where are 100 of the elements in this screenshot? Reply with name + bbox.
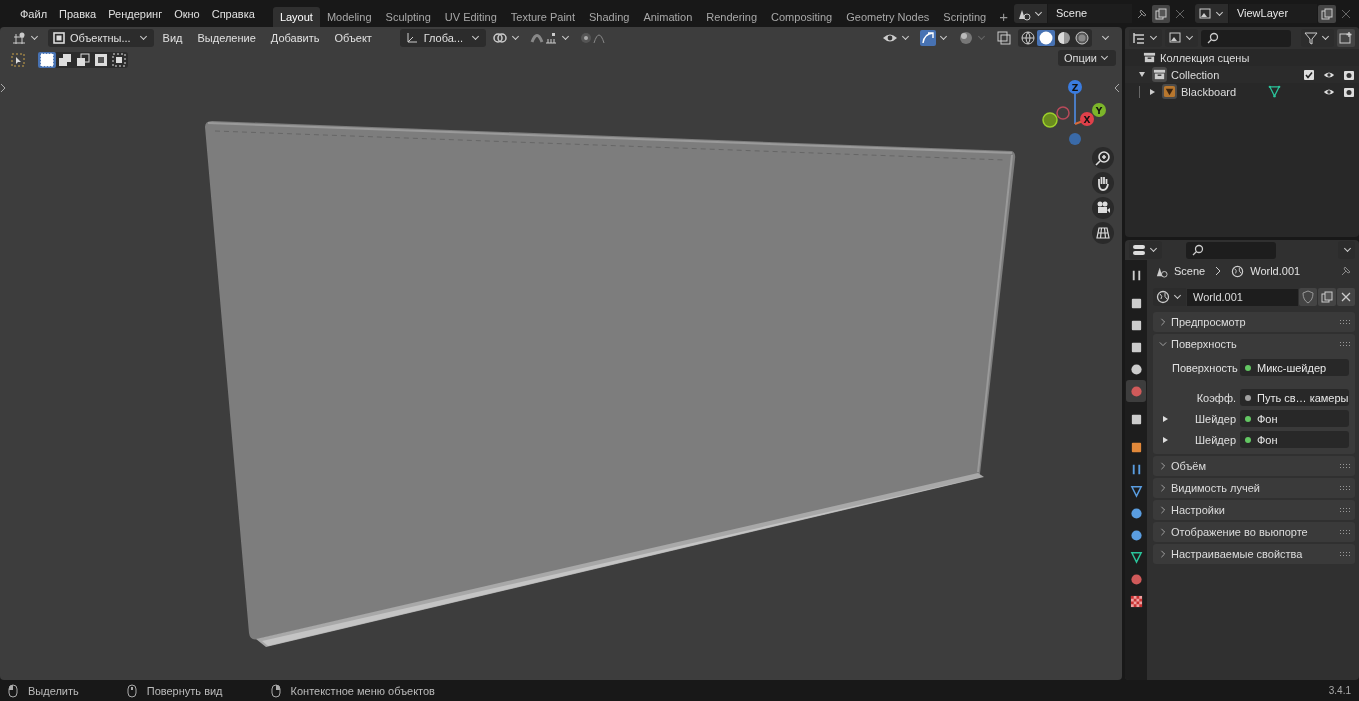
workspace-tab[interactable]: Compositing	[764, 7, 840, 27]
expand-triangle[interactable]	[1163, 415, 1168, 422]
wireframe-shading-icon[interactable]	[1019, 29, 1037, 46]
options-dropdown[interactable]	[1338, 241, 1355, 259]
panel-title[interactable]: Объём	[1171, 460, 1207, 472]
chevron-down-icon[interactable]	[1159, 340, 1167, 348]
viewport-menu[interactable]: Выделение	[191, 31, 262, 44]
chevron-right-icon[interactable]	[1159, 506, 1167, 514]
copy-icon[interactable]	[1318, 288, 1336, 306]
expand-triangle[interactable]	[1163, 436, 1168, 443]
viewport-menu[interactable]: Объект	[328, 31, 378, 44]
drag-handle-icon[interactable]	[1339, 551, 1351, 557]
outliner-item[interactable]: Blackboard	[1181, 85, 1237, 98]
shader-field[interactable]: Фон	[1240, 431, 1349, 448]
rendered-shading-icon[interactable]	[1073, 29, 1091, 46]
status-hint: Выделить	[28, 684, 79, 697]
editor-type-dropdown[interactable]	[1129, 241, 1162, 259]
panel-title[interactable]: Поверхность	[1171, 338, 1237, 350]
workspace-tab[interactable]: Sculpting	[378, 7, 438, 27]
menu-item[interactable]: Файл	[14, 7, 54, 20]
copy-icon[interactable]	[1151, 4, 1170, 23]
chevron-right-icon[interactable]	[1159, 528, 1167, 536]
workspace-tab[interactable]: Shading	[582, 7, 637, 27]
menu-item[interactable]: Рендеринг	[102, 7, 169, 20]
close-icon[interactable]	[1337, 288, 1355, 306]
workspace-tab[interactable]: Rendering	[699, 7, 765, 27]
new-collection-icon[interactable]	[1337, 29, 1355, 47]
material-shading-icon[interactable]	[1055, 29, 1073, 46]
list-icon	[1132, 31, 1146, 45]
drag-handle-icon[interactable]	[1339, 341, 1351, 347]
search-field[interactable]	[1186, 241, 1276, 259]
scene-field[interactable]: Scene	[1047, 4, 1132, 23]
drag-handle-icon[interactable]	[1339, 529, 1351, 535]
zoom-icon[interactable]	[1092, 147, 1114, 169]
snap-icon	[530, 30, 558, 45]
copy-icon[interactable]	[1317, 4, 1336, 23]
workspace-tab[interactable]: Animation	[636, 7, 700, 27]
scene-type-dropdown[interactable]	[1013, 4, 1047, 23]
outliner-item[interactable]: Collection	[1171, 68, 1220, 81]
chevron-right-icon[interactable]	[1159, 462, 1167, 470]
workspace-tab[interactable]: Texture Paint	[503, 7, 582, 27]
grid-icon[interactable]	[1092, 222, 1114, 244]
xray-icon	[996, 29, 1012, 46]
select-invert-icon[interactable]	[92, 52, 110, 68]
axis-gizmo[interactable]: Z Y X	[1040, 73, 1120, 153]
shader-field[interactable]: Путь св… камеры	[1240, 389, 1349, 406]
options-dropdown[interactable]: Опции	[1057, 50, 1116, 66]
viewport-menu[interactable]: Добавить	[264, 31, 326, 44]
view-layer-filter-dropdown[interactable]	[1165, 29, 1198, 47]
solid-shading-icon[interactable]	[1037, 29, 1055, 46]
mode-dropdown[interactable]: Объектны...	[48, 28, 154, 47]
menu-item[interactable]: Правка	[53, 7, 103, 20]
menu-item[interactable]: Справка	[205, 7, 261, 20]
overlays-icon	[958, 29, 974, 46]
add-workspace-button[interactable]: +	[993, 7, 1014, 27]
chevron-right-icon[interactable]	[1159, 318, 1167, 326]
drag-handle-icon[interactable]	[1339, 507, 1351, 513]
hand-icon[interactable]	[1092, 172, 1114, 194]
drag-handle-icon[interactable]	[1339, 485, 1351, 491]
select-intersect-icon[interactable]	[110, 52, 128, 68]
select-new-icon[interactable]	[38, 52, 56, 68]
menu-item[interactable]: Окно	[168, 7, 206, 20]
search-icon	[1192, 244, 1204, 256]
shield-icon[interactable]	[1299, 288, 1317, 306]
workspace-tab[interactable]: Layout	[272, 7, 320, 27]
chevron-right-icon[interactable]	[1159, 484, 1167, 492]
drag-handle-icon[interactable]	[1339, 463, 1351, 469]
chevron-right-icon[interactable]	[1159, 550, 1167, 558]
orientation-dropdown[interactable]: Глоба...	[399, 28, 486, 47]
panel-title[interactable]: Настройки	[1171, 504, 1225, 516]
gizmo-icon	[920, 29, 936, 46]
workspace-tab[interactable]: Modeling	[319, 7, 379, 27]
select-subtract-icon[interactable]	[74, 52, 92, 68]
world-browse-dropdown[interactable]	[1153, 288, 1186, 306]
filter-dropdown[interactable]	[1301, 29, 1334, 47]
shader-field[interactable]: Микс-шейдер	[1240, 359, 1349, 376]
workspace-tab[interactable]: Geometry Nodes	[839, 7, 937, 27]
outliner-item[interactable]: Коллекция сцены	[1160, 51, 1250, 64]
workspace-tab[interactable]: UV Editing	[437, 7, 504, 27]
shader-field[interactable]: Фон	[1240, 410, 1349, 427]
display-mode-dropdown[interactable]	[1129, 29, 1162, 47]
disclosure-triangle[interactable]	[1150, 88, 1155, 95]
disclosure-triangle[interactable]	[1139, 72, 1145, 77]
view-layer-field[interactable]: ViewLayer	[1228, 4, 1317, 23]
mesh-object-icon	[1162, 84, 1177, 99]
world-name-field[interactable]: World.001	[1187, 288, 1298, 306]
workspace-tab[interactable]: Scripting	[936, 7, 994, 27]
drag-handle-icon[interactable]	[1339, 319, 1351, 325]
checkbox-icon[interactable]	[1303, 68, 1315, 81]
mouse-icon	[270, 683, 281, 698]
breadcrumb-item: World.001	[1250, 265, 1301, 277]
version-label: 3.4.1	[1328, 685, 1351, 696]
search-field[interactable]	[1201, 29, 1291, 47]
toggle-icon	[1132, 243, 1146, 257]
view-layer-dropdown[interactable]	[1194, 4, 1228, 23]
select-tool-icon[interactable]	[10, 52, 26, 68]
search-icon	[1207, 32, 1219, 44]
mesh-icon[interactable]	[1268, 85, 1282, 98]
viewport-menu[interactable]: Вид	[156, 31, 189, 44]
select-extend-icon[interactable]	[56, 52, 74, 68]
